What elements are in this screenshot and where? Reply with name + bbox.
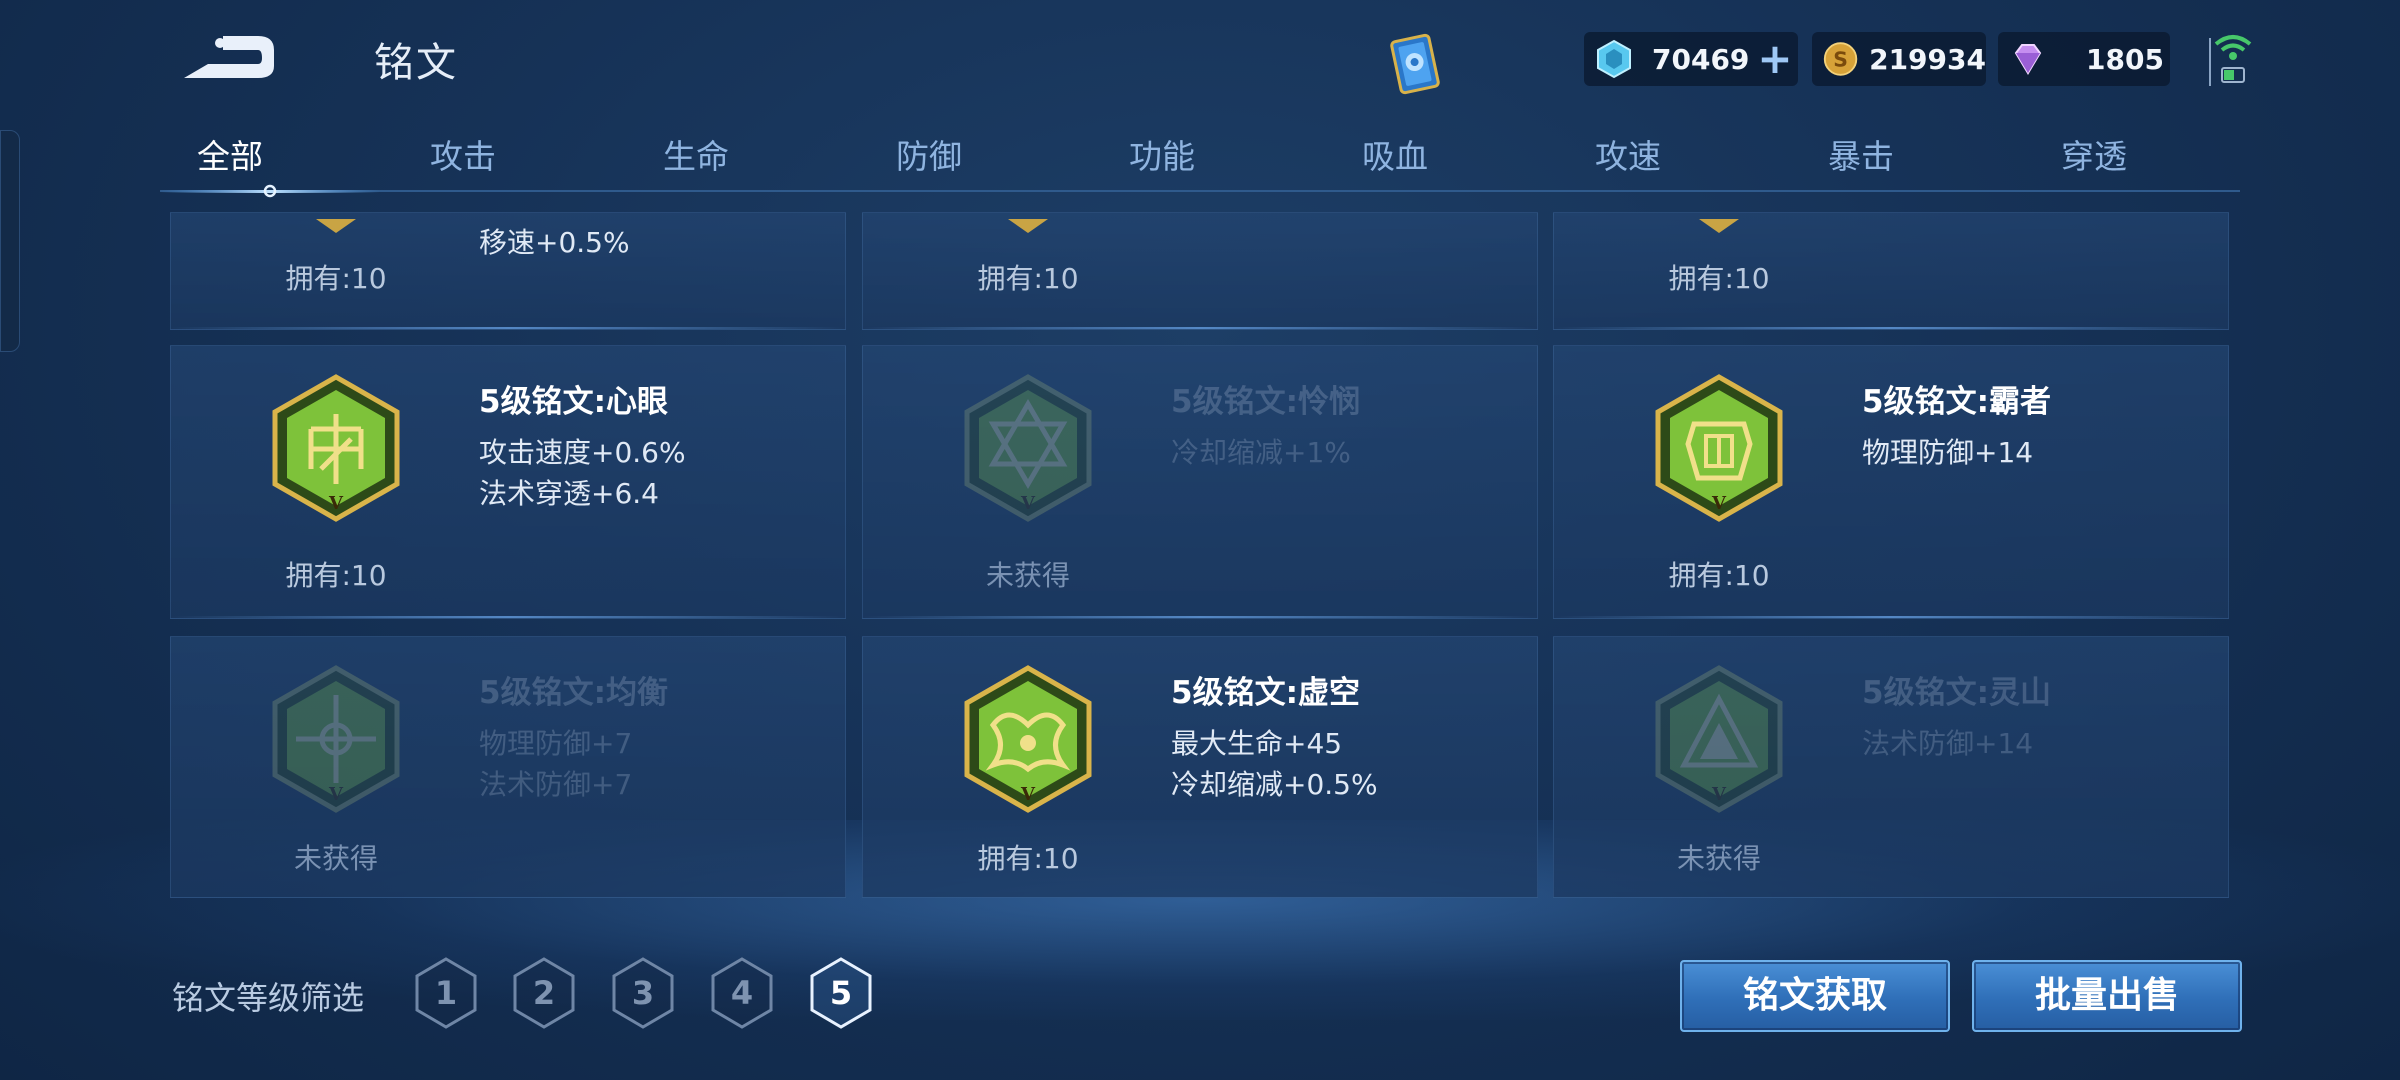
rune-lingshan-icon: V xyxy=(1655,665,1783,813)
rune-junheng-icon: V xyxy=(272,665,400,813)
level-filter-1[interactable]: 1 xyxy=(414,956,478,1030)
rune-card-xinyan[interactable]: V 5级铭文:心眼 攻击速度+0.6% 法术穿透+6.4 拥有:10 xyxy=(170,345,846,619)
rune-card-xukong[interactable]: V 5级铭文:虚空 最大生命+45 冷却缩减+0.5% 拥有:10 xyxy=(862,636,1538,898)
rune-card-lingshan[interactable]: V 5级铭文:灵山 法术防御+14 未获得 xyxy=(1553,636,2229,898)
tab-attack[interactable]: 攻击 xyxy=(393,130,533,178)
card-highlight xyxy=(171,616,845,618)
gold-counter: S 219934 xyxy=(1812,32,1986,86)
side-handle[interactable] xyxy=(0,130,20,352)
diamond-icon xyxy=(2014,44,2042,75)
rune-card-bazhe[interactable]: V 5级铭文:霸者 物理防御+14 拥有:10 xyxy=(1553,345,2229,619)
category-tabs: 全部 攻击 生命 防御 功能 吸血 攻速 暴击 穿透 xyxy=(160,130,2240,190)
back-arrow-icon[interactable] xyxy=(178,28,278,88)
level-filter-2-label: 2 xyxy=(533,974,555,1012)
acquire-rune-button[interactable]: 铭文获取 xyxy=(1680,960,1950,1032)
active-tab-indicator xyxy=(160,184,380,198)
rune-stat: 法术防御+7 xyxy=(479,768,633,801)
svg-text:V: V xyxy=(328,493,344,514)
rune-stat: 冷却缩减+1% xyxy=(1171,436,1351,469)
rune-name: 5级铭文:怜悯 xyxy=(1171,384,1360,420)
tab-health[interactable]: 生命 xyxy=(626,130,766,178)
rune-stat: 物理防御+14 xyxy=(1862,436,2034,469)
diamond-counter: 1805 xyxy=(1998,32,2170,86)
svg-text:V: V xyxy=(1020,784,1036,805)
add-crystal-icon[interactable]: + xyxy=(1757,38,1792,80)
owned-count: 拥有:10 xyxy=(977,842,1079,875)
crystal-amount: 70469 xyxy=(1652,42,1750,76)
rune-lianmin-icon: V xyxy=(964,374,1092,522)
level-filter-1-label: 1 xyxy=(435,974,457,1012)
rune-emblem-tip-icon xyxy=(1008,219,1048,233)
rune-card-partial[interactable]: 拥有:10 xyxy=(862,212,1538,330)
svg-text:V: V xyxy=(328,784,344,805)
crystal-counter[interactable]: 70469 + xyxy=(1584,32,1798,86)
rune-card-partial[interactable]: 拥有:10 xyxy=(1553,212,2229,330)
rune-stat: 最大生命+45 xyxy=(1171,727,1343,760)
owned-count: 拥有:10 xyxy=(285,262,387,295)
owned-count: 拥有:10 xyxy=(1668,262,1770,295)
svg-text:S: S xyxy=(1833,47,1848,71)
level-filter-label: 铭文等级筛选 xyxy=(172,979,365,1017)
svg-text:V: V xyxy=(1711,493,1727,514)
level-filter-3-label: 3 xyxy=(632,974,654,1012)
gold-amount: 219934 xyxy=(1869,42,1986,76)
level-filter-5-label: 5 xyxy=(830,974,852,1012)
gold-coin-icon: S xyxy=(1823,42,1858,76)
rune-card-lianmin[interactable]: V 5级铭文:怜悯 冷却缩减+1% 未获得 xyxy=(862,345,1538,619)
tab-crit[interactable]: 暴击 xyxy=(1791,130,1931,178)
level-filter-3[interactable]: 3 xyxy=(611,956,675,1030)
wifi-battery-icon xyxy=(2209,35,2252,86)
owned-count: 拥有:10 xyxy=(977,262,1079,295)
rune-name: 5级铭文:虚空 xyxy=(1171,675,1360,711)
rune-stat: 法术穿透+6.4 xyxy=(479,477,659,510)
rune-card-partial[interactable]: 移速+0.5% 拥有:10 xyxy=(170,212,846,330)
page-title: 铭文 xyxy=(374,40,458,86)
crystal-icon xyxy=(1597,39,1631,79)
svg-text:V: V xyxy=(1020,493,1036,514)
rune-name: 5级铭文:霸者 xyxy=(1862,384,2051,420)
owned-count: 拥有:10 xyxy=(285,559,387,592)
rune-stat: 攻击速度+0.6% xyxy=(479,436,686,469)
tab-divider xyxy=(160,190,2240,192)
rune-emblem-tip-icon xyxy=(1699,219,1739,233)
diamond-amount: 1805 xyxy=(2086,42,2164,76)
tab-utility[interactable]: 功能 xyxy=(1092,130,1232,178)
card-highlight xyxy=(863,616,1537,618)
level-filter-4[interactable]: 4 xyxy=(710,956,774,1030)
card-highlight xyxy=(1554,616,2228,618)
rune-xukong-icon: V xyxy=(964,665,1092,813)
rune-name: 5级铭文:心眼 xyxy=(479,384,668,420)
level-filter-4-label: 4 xyxy=(731,974,753,1012)
rune-emblem-tip-icon xyxy=(316,219,356,233)
rune-name: 5级铭文:灵山 xyxy=(1862,675,2051,711)
level-filter-2[interactable]: 2 xyxy=(512,956,576,1030)
card-highlight xyxy=(1554,327,2228,329)
owned-count: 拥有:10 xyxy=(1668,559,1770,592)
rune-stat: 物理防御+7 xyxy=(479,727,633,760)
card-highlight xyxy=(171,327,845,329)
rune-stat: 法术防御+14 xyxy=(1862,727,2034,760)
bulk-sell-button[interactable]: 批量出售 xyxy=(1972,960,2242,1032)
tab-attack-speed[interactable]: 攻速 xyxy=(1558,130,1698,178)
rune-bag-icon[interactable] xyxy=(1380,28,1450,100)
card-highlight xyxy=(863,327,1537,329)
tab-lifesteal[interactable]: 吸血 xyxy=(1325,130,1465,178)
tab-all[interactable]: 全部 xyxy=(160,130,300,178)
rune-xinyan-icon: V xyxy=(272,374,400,522)
rune-name: 5级铭文:均衡 xyxy=(479,675,668,711)
rune-card-junheng[interactable]: V 5级铭文:均衡 物理防御+7 法术防御+7 未获得 xyxy=(170,636,846,898)
rune-bazhe-icon: V xyxy=(1655,374,1783,522)
svg-text:V: V xyxy=(1711,784,1727,805)
owned-status: 未获得 xyxy=(985,559,1070,592)
tab-defense[interactable]: 防御 xyxy=(859,130,999,178)
tab-penetration[interactable]: 穿透 xyxy=(2024,130,2164,178)
rune-stat: 冷却缩减+0.5% xyxy=(1171,768,1378,801)
owned-status: 未获得 xyxy=(1676,842,1761,875)
owned-status: 未获得 xyxy=(293,842,378,875)
rune-stat: 移速+0.5% xyxy=(479,226,630,259)
level-filter-5[interactable]: 5 xyxy=(809,956,873,1030)
